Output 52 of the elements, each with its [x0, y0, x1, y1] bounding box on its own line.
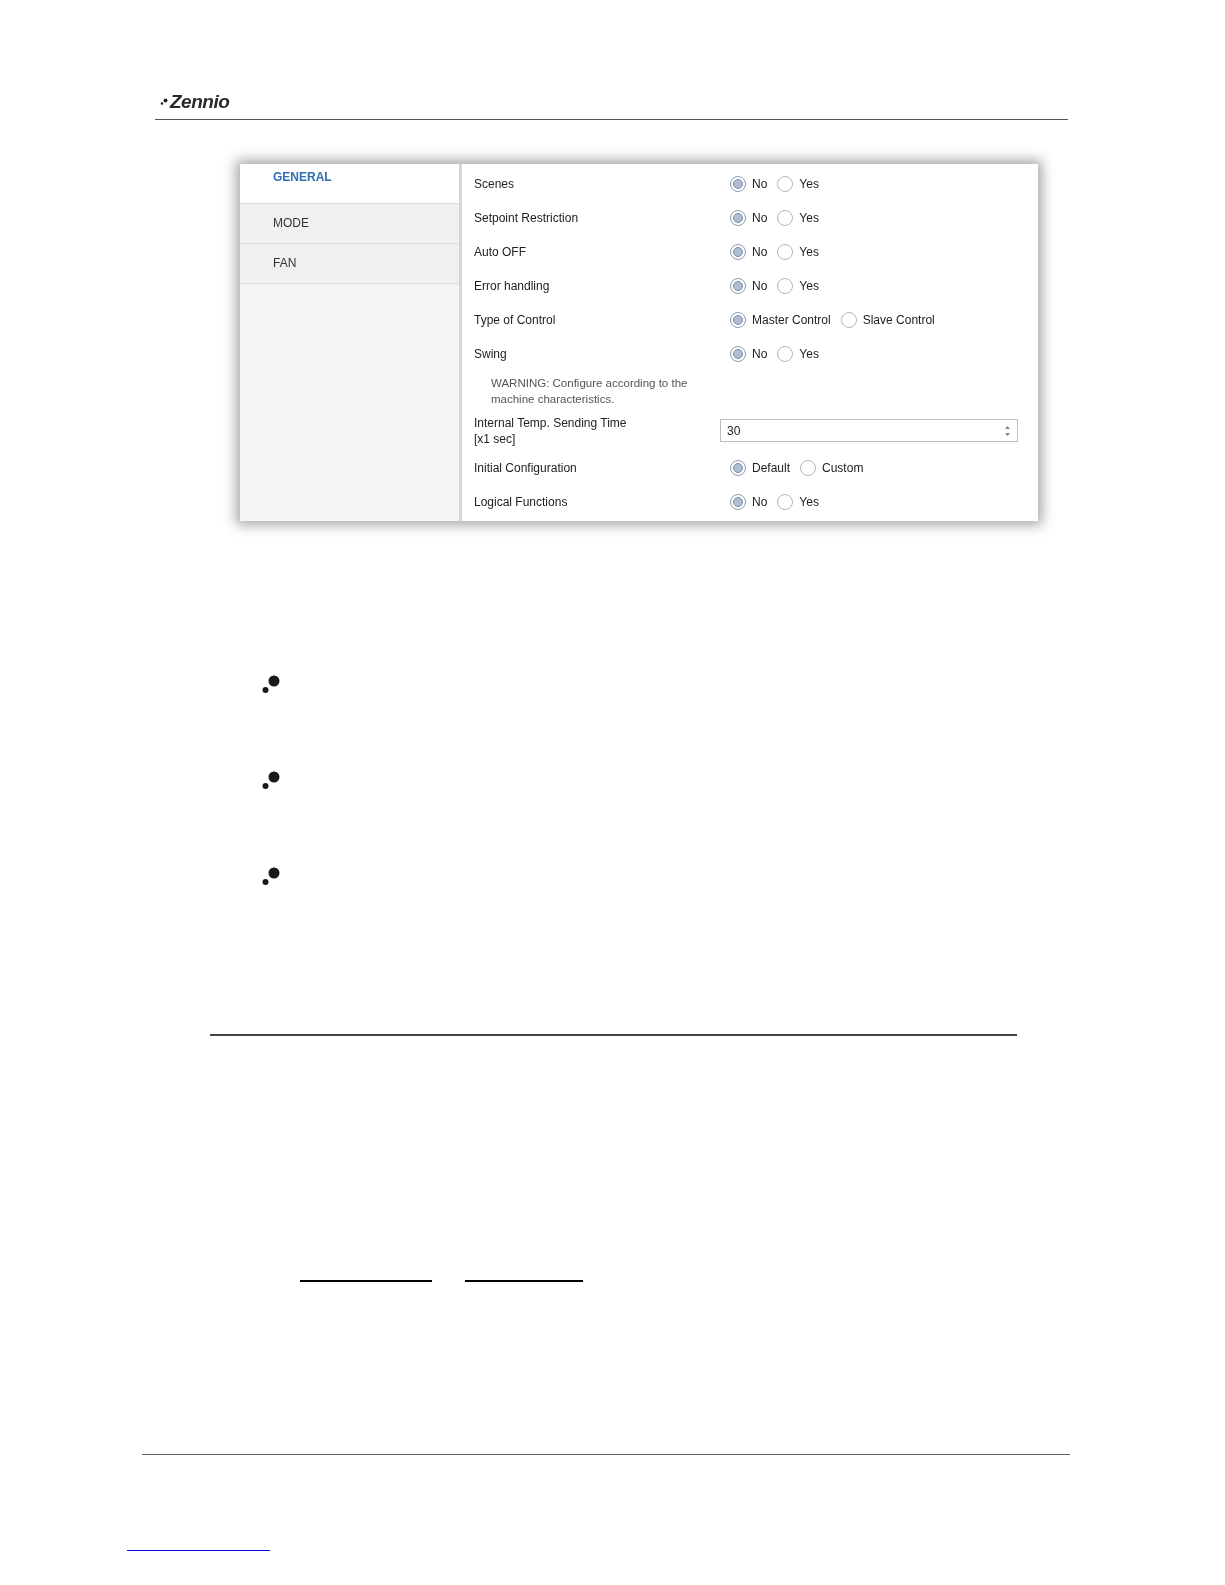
radio-label: Yes	[799, 493, 819, 511]
radio-button[interactable]	[730, 311, 746, 328]
sidebar-tab[interactable]: MODE	[240, 203, 459, 244]
bullet-icon	[262, 674, 280, 694]
radio-label: No	[752, 243, 768, 261]
radio-button[interactable]	[730, 459, 746, 476]
radio-button[interactable]	[730, 493, 746, 510]
warning-note: WARNING: Configure according to the machine characteristics.	[491, 375, 689, 407]
sidebar-tab[interactable]: FAN	[240, 243, 459, 284]
radio-button[interactable]	[777, 493, 794, 510]
radio-label: No	[752, 209, 768, 227]
radio-button[interactable]	[777, 277, 794, 294]
radio-label: Master Control	[752, 311, 831, 329]
logo-dots-icon	[160, 98, 168, 107]
spinner-icon[interactable]	[1004, 424, 1011, 437]
bullet-icon	[262, 770, 280, 790]
radio-label: No	[752, 277, 768, 295]
setting-label: Logical Functions	[474, 493, 569, 511]
setting-label: Internal Temp. Sending Time [x1 sec]	[474, 414, 628, 447]
setting-label: Type of Control	[474, 311, 557, 329]
setting-label: Setpoint Restriction	[474, 209, 580, 227]
radio-button[interactable]	[777, 175, 794, 192]
radio-button[interactable]	[777, 345, 794, 362]
setting-label: Scenes	[474, 175, 516, 193]
radio-button[interactable]	[730, 209, 746, 226]
radio-label: Custom	[822, 459, 864, 477]
radio-label: Default	[752, 459, 791, 477]
logo: Zennio	[170, 90, 230, 114]
radio-label: No	[752, 175, 768, 193]
radio-button[interactable]	[840, 311, 857, 328]
radio-button[interactable]	[730, 345, 746, 362]
number-field[interactable]: 30	[720, 419, 1018, 442]
setting-label: Initial Configuration	[474, 459, 578, 477]
setting-label: Auto OFF	[474, 243, 527, 261]
setting-label: Error handling	[474, 277, 551, 295]
sidebar-tab[interactable]: GENERAL	[240, 163, 459, 204]
radio-label: Yes	[799, 277, 819, 295]
radio-button[interactable]	[730, 277, 746, 294]
radio-label: Yes	[799, 345, 819, 363]
radio-label: Yes	[799, 209, 819, 227]
radio-label: Slave Control	[862, 311, 935, 329]
radio-button[interactable]	[730, 175, 746, 192]
radio-button[interactable]	[777, 243, 794, 260]
radio-label: Yes	[799, 243, 819, 261]
radio-label: No	[752, 493, 768, 511]
radio-button[interactable]	[800, 459, 817, 476]
radio-label: No	[752, 345, 768, 363]
bullet-icon	[262, 866, 280, 886]
radio-label: Yes	[799, 175, 819, 193]
setting-label: Swing	[474, 345, 508, 363]
radio-button[interactable]	[777, 209, 794, 226]
radio-button[interactable]	[730, 243, 746, 260]
